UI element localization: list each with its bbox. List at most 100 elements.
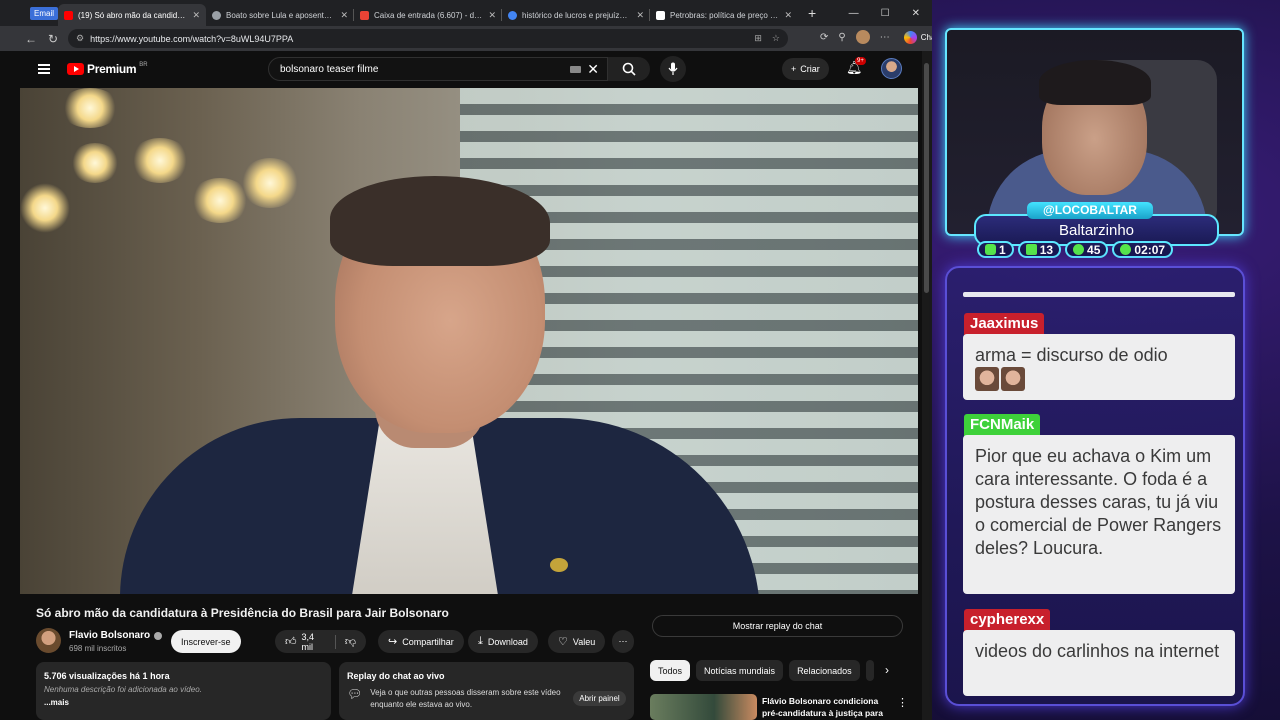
reload-icon[interactable]: ↻	[42, 32, 64, 46]
super-thanks-icon: ♡	[558, 636, 568, 648]
close-tab-icon[interactable]: ✕	[340, 10, 348, 21]
open-panel-button[interactable]: Abrir painel	[573, 691, 626, 706]
chip-overflow[interactable]	[865, 660, 874, 681]
tab-title: (19) Só abro mão da candidatura	[78, 10, 188, 20]
tab-youtube[interactable]: (19) Só abro mão da candidatura ✕	[58, 4, 207, 26]
show-chat-replay-button[interactable]: Mostrar replay do chat	[652, 615, 903, 637]
omnibox[interactable]: ⚙ https://www.youtube.com/watch?v=8uWL94…	[68, 29, 788, 48]
chevron-right-icon[interactable]: ›	[885, 663, 889, 677]
close-tab-icon[interactable]: ✕	[192, 10, 200, 21]
tab-boato[interactable]: Boato sobre Lula e aposentadoria ✕	[206, 4, 355, 26]
youtube-header: Premium BR bolsonaro teaser filme ✕ + Cr…	[20, 51, 918, 88]
clear-search-icon[interactable]: ✕	[587, 61, 599, 78]
tab-title: Boato sobre Lula e aposentadoria	[226, 10, 336, 20]
lapel-pin	[550, 558, 568, 572]
chip-world-news[interactable]: Notícias mundiais	[696, 660, 784, 681]
more-actions-button[interactable]: ⋯	[612, 630, 634, 653]
chat-username: Jaaximus	[964, 313, 1045, 335]
clock-icon	[1120, 244, 1132, 255]
description-box[interactable]: 5.706 visualizações há 1 hora Nenhuma de…	[36, 662, 331, 720]
youtube-play-icon	[67, 63, 84, 75]
keyboard-icon[interactable]	[570, 66, 581, 73]
minimize-icon[interactable]: —	[849, 8, 859, 19]
email-badge[interactable]: Email	[30, 6, 59, 20]
ai-favicon-icon	[212, 10, 222, 20]
chip-related[interactable]: Relacionados	[789, 660, 860, 681]
tab-google[interactable]: histórico de lucros e prejuízos da ✕	[502, 4, 651, 26]
thumbs-down-icon[interactable]: 👎︎	[345, 635, 356, 648]
chat-username: FCNMaik	[964, 414, 1041, 436]
maximize-icon[interactable]: ☐	[881, 8, 890, 19]
description-text: Nenhuma descrição foi adicionada ao víde…	[44, 685, 202, 694]
recommended-title[interactable]: Flávio Bolsonaro condiciona pré-candidat…	[762, 695, 892, 720]
recommended-thumbnail[interactable]	[650, 694, 757, 720]
page-scrollbar[interactable]	[922, 51, 932, 720]
thumbs-up-icon[interactable]: 👍︎	[285, 635, 297, 648]
video-player[interactable]	[20, 88, 918, 594]
url-text[interactable]: https://www.youtube.com/watch?v=8uWL94U7…	[90, 34, 293, 44]
thanks-button[interactable]: ♡ Valeu	[548, 630, 606, 653]
install-app-icon[interactable]: ⊞	[754, 33, 762, 44]
verified-icon	[154, 631, 163, 640]
close-window-icon[interactable]: ✕	[912, 8, 920, 19]
channel-name[interactable]: Flavio Bolsonaro	[69, 630, 163, 641]
voice-search-button[interactable]	[660, 56, 686, 82]
search-input[interactable]: bolsonaro teaser filme ✕	[268, 57, 608, 81]
chip-all[interactable]: Todos	[650, 660, 691, 681]
profile-avatar[interactable]	[855, 30, 870, 44]
site-favicon-icon	[656, 10, 666, 20]
back-arrow-icon[interactable]: ←	[20, 32, 42, 46]
stat-viewers: 45	[1065, 241, 1109, 258]
copilot-icon	[903, 30, 917, 44]
bookmark-star-icon[interactable]: ☆	[772, 33, 780, 44]
tab-petrobras[interactable]: Petrobras: política de preço da e ✕	[650, 4, 798, 26]
share-button[interactable]: ↪ Compartilhar	[378, 630, 464, 653]
search-icon	[622, 62, 636, 76]
stat-youtube: 13	[1017, 241, 1062, 258]
new-tab-button[interactable]: +	[808, 5, 816, 21]
stream-stats: 1 13 45 02:07	[977, 241, 1174, 258]
subscribe-button[interactable]: Inscrever-se	[171, 630, 241, 653]
chat-icon	[985, 244, 996, 255]
close-tab-icon[interactable]: ✕	[636, 10, 644, 21]
download-icon: ⤓	[478, 635, 483, 647]
menu-icon[interactable]	[38, 64, 50, 74]
chat-button[interactable]: Chat	[903, 30, 932, 44]
emote-icon	[1001, 367, 1025, 391]
like-dislike-group: 👍︎ 3,4 mil 👎︎	[275, 630, 366, 653]
chat-username: cypherexx	[964, 609, 1051, 631]
channel-avatar[interactable]	[36, 628, 61, 653]
close-tab-icon[interactable]: ✕	[488, 10, 496, 21]
browser-menu-icon[interactable]: ⋯	[880, 32, 890, 43]
view-stats: 5.706 visualizações há 1 hora	[44, 671, 170, 681]
chat-message: Pior que eu achava o Kim um cara interes…	[963, 435, 1235, 594]
chat-overlay: Jaaximus arma = discurso de odio FCNMaik…	[945, 266, 1245, 706]
more-icon: ⋯	[618, 636, 628, 646]
search-button[interactable]	[608, 57, 650, 81]
video-title: Só abro mão da candidatura à Presidência…	[36, 606, 449, 620]
extensions-icon[interactable]: ⚲	[838, 32, 845, 43]
streamer-handle: @LOCOBALTAR	[1027, 202, 1153, 219]
site-info-icon[interactable]: ⚙	[76, 33, 84, 44]
close-tab-icon[interactable]: ✕	[784, 10, 792, 21]
create-button[interactable]: + Criar	[782, 58, 829, 80]
account-avatar[interactable]	[881, 58, 902, 79]
browser-window: Email (19) Só abro mão da candidatura ✕ …	[0, 0, 932, 720]
chat-replay-title: Replay do chat ao vivo	[347, 671, 445, 681]
like-count[interactable]: 3,4 mil	[302, 632, 324, 652]
chat-replay-description: Veja o que outras pessoas disseram sobre…	[370, 688, 561, 709]
gmail-favicon-icon	[360, 10, 370, 20]
stat-chat: 1	[977, 241, 1014, 258]
download-button[interactable]: ⤓ Download	[468, 630, 538, 653]
address-bar-row: ← ↻ ⚙ https://www.youtube.com/watch?v=8u…	[0, 26, 932, 51]
microphone-icon	[668, 62, 678, 75]
more-vert-icon[interactable]: ⋮	[897, 696, 908, 709]
chat-message: videos do carlinhos na internet	[963, 630, 1235, 696]
chat-bubble-icon: 💬︎	[347, 687, 363, 701]
tab-gmail[interactable]: Caixa de entrada (6.607) - diguit ✕	[354, 4, 503, 26]
extension-refresh-icon[interactable]: ⟳	[820, 32, 828, 43]
show-more-link[interactable]: ...mais	[44, 698, 323, 707]
plus-icon: +	[791, 64, 797, 74]
youtube-favicon-icon	[64, 10, 74, 20]
youtube-logo[interactable]: Premium BR	[67, 62, 148, 76]
